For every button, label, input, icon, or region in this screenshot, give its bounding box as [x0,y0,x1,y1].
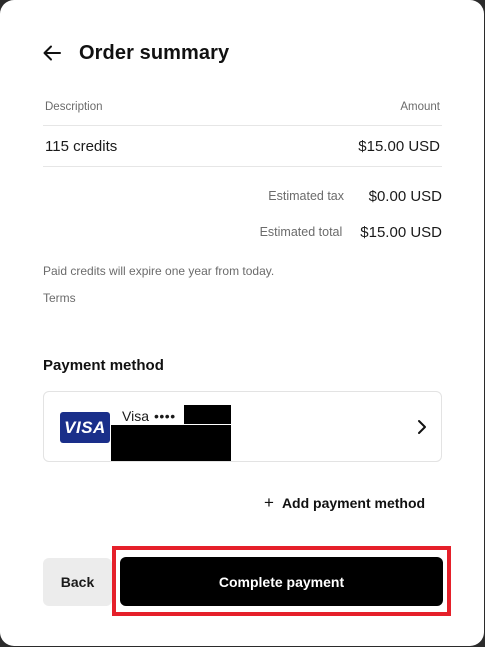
visa-logo: VISA [60,412,110,443]
terms-link[interactable]: Terms [43,291,76,305]
payment-method-card[interactable]: VISA Visa •••• [43,391,442,462]
visa-logo-text: VISA [64,417,106,437]
add-payment-method-button[interactable]: + Add payment method [264,494,425,511]
table-row: 115 credits $15.00 USD [43,126,442,167]
line-item-description: 115 credits [45,137,118,155]
arrow-left-icon[interactable] [42,43,62,63]
totals-summary: Estimated tax $0.00 USD Estimated total … [202,178,442,250]
plus-icon: + [264,493,274,512]
tax-value: $0.00 USD [368,187,442,205]
total-row: Estimated total $15.00 USD [202,214,442,250]
card-details: Visa •••• [122,408,176,424]
total-value: $15.00 USD [360,223,442,241]
table-header-row: Description Amount [43,88,442,126]
page-title: Order summary [79,41,230,64]
order-summary-dialog: Order summary Description Amount 115 cre… [0,0,484,646]
expiry-note: Paid credits will expire one year from t… [43,264,275,278]
chevron-right-icon [416,419,428,435]
dialog-header: Order summary [42,38,229,68]
tax-row: Estimated tax $0.00 USD [202,178,442,214]
back-button[interactable]: Back [43,558,112,606]
complete-payment-button[interactable]: Complete payment [120,557,443,606]
add-payment-method-label: Add payment method [281,494,426,511]
payment-method-heading: Payment method [43,357,164,374]
total-label: Estimated total [259,225,343,239]
order-table: Description Amount 115 credits $15.00 US… [43,88,442,167]
column-header-description: Description [45,100,103,113]
card-brand: Visa [122,408,149,424]
column-header-amount: Amount [400,100,440,113]
line-item-amount: $15.00 USD [358,137,440,155]
redaction-block [111,425,231,461]
redaction-block [184,405,231,424]
card-mask: •••• [153,408,176,424]
tax-label: Estimated tax [268,189,344,203]
